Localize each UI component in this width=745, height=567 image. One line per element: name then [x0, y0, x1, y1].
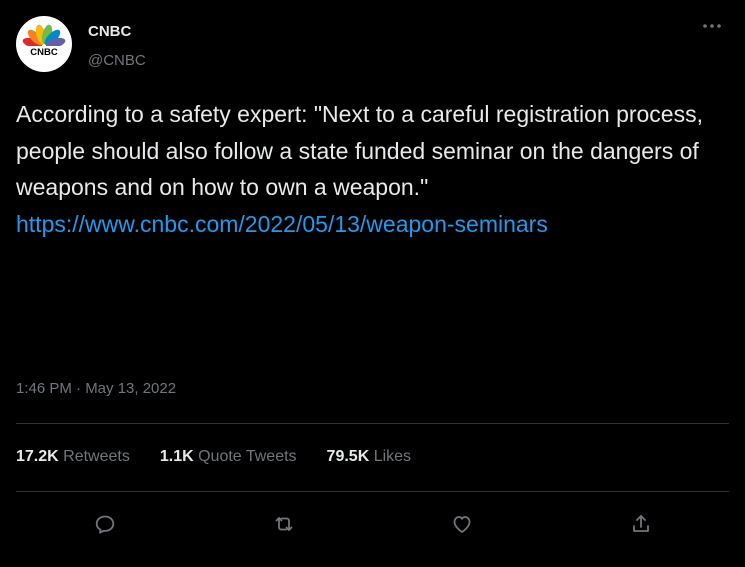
retweets-stat[interactable]: 17.2K Retweets: [16, 448, 130, 466]
cnbc-peacock-logo: CNBC: [22, 24, 66, 58]
tweet-stats: 17.2K Retweets 1.1K Quote Tweets 79.5K L…: [16, 448, 441, 466]
reply-icon[interactable]: [88, 509, 122, 539]
quote-tweets-stat[interactable]: 1.1K Quote Tweets: [160, 448, 297, 466]
tweet-text: According to a safety expert: "Next to a…: [16, 96, 728, 242]
author-handle[interactable]: @CNBC: [88, 52, 146, 69]
more-options-icon[interactable]: [695, 14, 729, 38]
tweet-link[interactable]: https://www.cnbc.com/2022/05/13/weapon-s…: [16, 206, 728, 243]
tweet-timestamp[interactable]: 1:46 PM · May 13, 2022: [16, 380, 176, 397]
quote-tweets-label: Quote Tweets: [198, 448, 297, 465]
like-icon[interactable]: [445, 509, 479, 539]
author-name[interactable]: CNBC: [88, 23, 131, 40]
quote-tweets-count: 1.1K: [159, 448, 194, 465]
likes-count: 79.5K: [326, 448, 370, 465]
avatar[interactable]: CNBC: [16, 16, 72, 72]
tweet-body: According to a safety expert: "Next to a…: [16, 101, 703, 200]
retweet-icon[interactable]: [267, 509, 301, 539]
svg-text:CNBC: CNBC: [30, 47, 58, 58]
likes-label: Likes: [373, 448, 412, 465]
retweets-count: 17.2K: [16, 448, 59, 465]
share-icon[interactable]: [624, 509, 658, 539]
divider: [16, 423, 729, 424]
likes-stat[interactable]: 79.5K Likes: [327, 448, 412, 466]
divider: [16, 491, 729, 492]
retweets-label: Retweets: [63, 448, 130, 465]
